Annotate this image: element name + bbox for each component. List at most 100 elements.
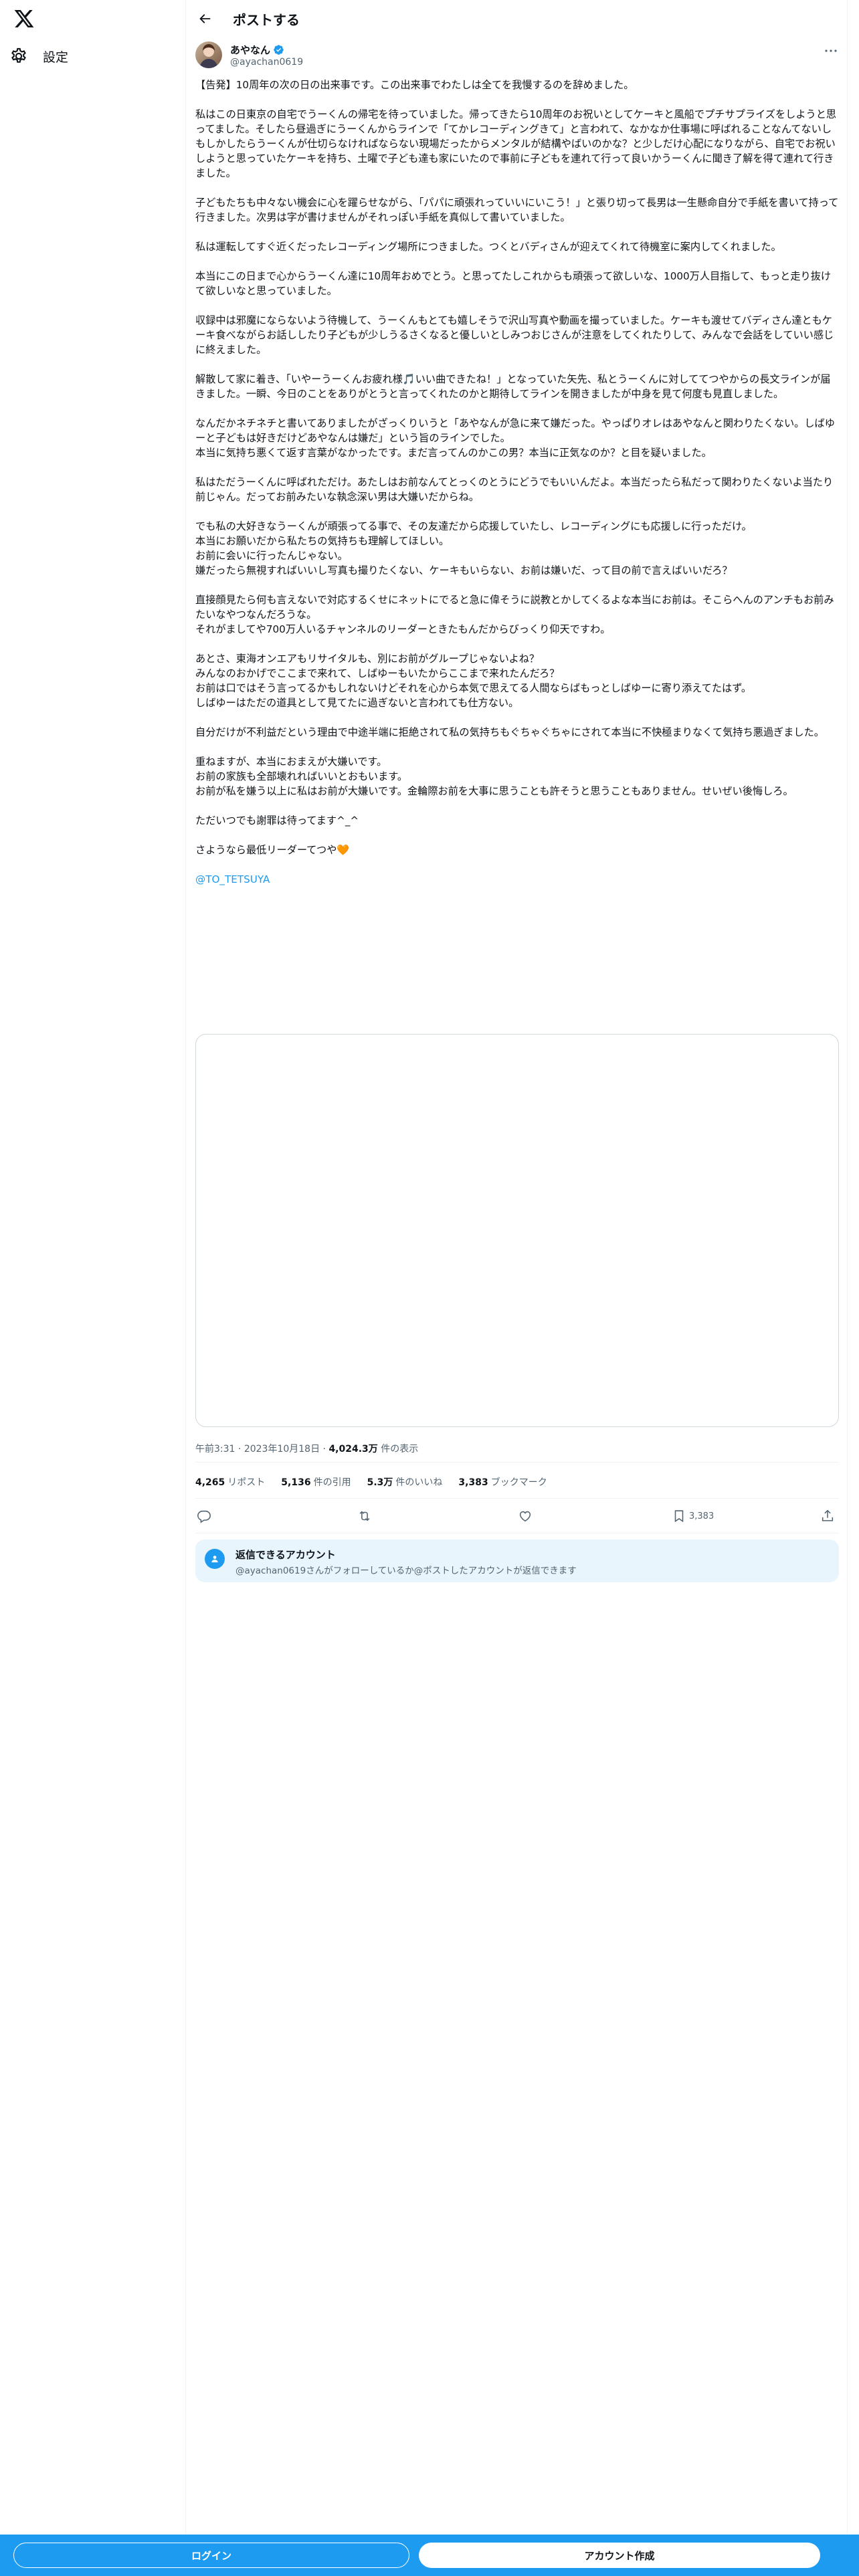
header: ポストする xyxy=(186,0,848,37)
bookmarks-label: ブックマーク xyxy=(490,1477,547,1488)
signup-button[interactable]: アカウント作成 xyxy=(419,2543,820,2568)
post-paragraph: なんだかネチネチと書いてありましたがざっくりいうと「あやなんが急に来て嫌だった。… xyxy=(195,416,839,460)
post-text-line: お前の家族も全部壊れればいいとおもいます。 xyxy=(195,770,408,782)
post-paragraph: 私は運転してすぐ近くだったレコーディング場所につきました。つくとバディさんが迎え… xyxy=(195,239,839,254)
meta-dot-1: · xyxy=(237,1444,244,1455)
page: 設定 ポストする あやなん @ayachan0619 【告発】10周年の次の日の… xyxy=(0,0,859,2576)
divider xyxy=(195,1498,839,1499)
divider xyxy=(195,1462,839,1463)
post-text-line: 本当に気持ち悪くて返す言葉がなかったです。まだ言ってんのかこの男？本当に正気なの… xyxy=(195,447,712,459)
likes-stat[interactable]: 5.3万 件のいいね xyxy=(367,1475,443,1489)
views-label: 件の表示 xyxy=(381,1444,419,1455)
post-actions: 3,383 xyxy=(195,1505,839,1529)
post-paragraph: 重ねますが、本当におまえが大嫌いです。お前の家族も全部壊れればいいとおもいます。… xyxy=(195,754,839,798)
post-media[interactable] xyxy=(195,1034,839,1427)
like-button[interactable] xyxy=(518,1509,533,1523)
post-paragraph: 【告発】10周年の次の日の出来事です。この出来事でわたしは全てを我慢するのを辞め… xyxy=(195,78,839,92)
post-text-line: お前は口ではそう言ってるかもしれないけどそれを心から本気で思えてる人間ならばもっ… xyxy=(195,682,752,694)
heart-icon xyxy=(519,1511,531,1522)
reply-icon xyxy=(197,1510,211,1523)
likes-count: 5.3万 xyxy=(367,1477,393,1488)
post-text-line: 嫌だったら無視すればいいし写真も撮りたくない、ケーキもいらない、お前は嫌いだ、っ… xyxy=(195,564,733,576)
post-paragraph: 私はただうーくんに呼ばれただけ。あたしはお前なんてとっくのとうにどうでもいいんだ… xyxy=(195,475,839,504)
post-text-line: 収録中は邪魔にならないよう待機して、うーくんもとても嬉しそうで沢山写真や動画を撮… xyxy=(195,314,834,356)
post-paragraph: でも私の大好きなうーくんが頑張ってる事で、その友達だから応援していたし、レコーデ… xyxy=(195,519,839,578)
post-text-line: なんだかネチネチと書いてありましたがざっくりいうと「あやなんが急に来て嫌だった。… xyxy=(195,417,835,444)
post-text-line: お前に会いに行ったんじゃない。 xyxy=(195,550,348,562)
quotes-stat[interactable]: 5,136 件の引用 xyxy=(281,1475,351,1489)
post-text-line: 重ねますが、本当におまえが大嫌いです。 xyxy=(195,756,387,768)
post-author: あやなん @ayachan0619 xyxy=(195,41,839,72)
share-button[interactable] xyxy=(820,1509,835,1523)
post-text-line: あとさ、東海オンエアもリサイタルも、別にお前がグループじゃないよね？ xyxy=(195,653,540,665)
post-date[interactable]: 2023年10月18日 xyxy=(244,1444,320,1455)
post-paragraph: 自分だけが不利益だという理由で中途半端に拒絶されて私の気持ちもぐちゃぐちゃにされ… xyxy=(195,725,839,740)
post-stats: 4,265 リポスト 5,136 件の引用 5.3万 件のいいね 3,383 ブックマー… xyxy=(195,1475,547,1489)
post-time[interactable]: 午前3:31 xyxy=(195,1444,235,1455)
author-handle[interactable]: @ayachan0619 xyxy=(230,57,303,68)
post-body: 【告発】10周年の次の日の出来事です。この出来事でわたしは全てを我慢するのを辞め… xyxy=(195,78,839,901)
x-logo-icon[interactable] xyxy=(13,8,35,29)
post-text-line: 私はただうーくんに呼ばれただけ。あたしはお前なんてとっくのとうにどうでもいいんだ… xyxy=(195,476,834,503)
post-meta: 午前3:31 · 2023年10月18日 · 4,024.3万 件の表示 xyxy=(195,1442,418,1455)
reply-restriction-notice: 返信できるアカウント @ayachan0619さんがフォローしているか@ポストし… xyxy=(195,1539,839,1582)
post-text-line: みんなのおかげでここまで来れて、しばゆーもいたからここまで来れたんだろ？ xyxy=(195,667,560,679)
quotes-label: 件の引用 xyxy=(313,1477,351,1488)
reply-notice-description: @ayachan0619さんがフォローしているか@ポストしたアカウントが返信でき… xyxy=(235,1566,577,1576)
at-sign-icon xyxy=(205,1549,225,1569)
bookmarks-count: 3,383 xyxy=(458,1477,488,1488)
verified-badge-icon xyxy=(274,45,284,55)
nav-settings-label: 設定 xyxy=(43,49,69,65)
page-title: ポストする xyxy=(233,12,300,28)
post-paragraph: ただいつでも謝罪は待ってます^_^ xyxy=(195,813,839,828)
post-text-line: お前が私を嫌う以上に私はお前が大嫌いです。金輪際お前を大事に思うことも許そうと思… xyxy=(195,785,793,797)
post-text-line: 自分だけが不利益だという理由で中途半端に拒絶されて私の気持ちもぐちゃぐちゃにされ… xyxy=(195,726,824,738)
repost-button[interactable] xyxy=(357,1509,372,1523)
post-text-line: さようなら最低リーダーてつや🧡 xyxy=(195,844,350,856)
post-paragraph: 子どもたちも中々ない機会に心を躍らせながら、「パパに頑張れっていいにいこう！」と… xyxy=(195,195,839,225)
reply-notice-title: 返信できるアカウント xyxy=(235,1549,336,1561)
post-text-line: しばゆーはただの道具として見てたに過ぎないと言われても仕方ない。 xyxy=(195,697,519,709)
views-count: 4,024.3万 xyxy=(328,1444,378,1455)
author-name[interactable]: あやなん xyxy=(230,43,270,57)
bookmark-count: 3,383 xyxy=(689,1511,714,1521)
post-text-line: 子どもたちも中々ない機会に心を躍らせながら、「パパに頑張れっていいにいこう！」と… xyxy=(195,197,839,223)
mention-link[interactable]: @TO_TETSUYA xyxy=(195,873,270,885)
main-column: ポストする あやなん @ayachan0619 【告発】10周年の次の日の出来事… xyxy=(185,0,848,2576)
nav-settings[interactable]: 設定 xyxy=(9,43,68,70)
left-nav: 設定 xyxy=(0,0,185,2576)
post-text-line: 直接顔見たら何も言えないで対応するくせにネットにでると急に偉そうに説教とかしてく… xyxy=(195,594,834,621)
post-text-line: 私は運転してすぐ近くだったレコーディング場所につきました。つくとバディさんが迎え… xyxy=(195,241,781,253)
bookmark-icon xyxy=(674,1510,684,1523)
bookmark-button[interactable]: 3,383 xyxy=(672,1509,714,1523)
repost-icon xyxy=(359,1511,370,1521)
post-paragraph: 直接顔見たら何も言えないで対応するくせにネットにでると急に偉そうに説教とかしてく… xyxy=(195,593,839,637)
post-paragraph: 収録中は邪魔にならないよう待機して、うーくんもとても嬉しそうで沢山写真や動画を撮… xyxy=(195,313,839,357)
reposts-count: 4,265 xyxy=(195,1477,225,1488)
reposts-label: リポスト xyxy=(227,1477,266,1488)
likes-label: 件のいいね xyxy=(395,1477,443,1488)
post-text-line: 本当にこの日まで心からうーくん達に10周年おめでとう。と思ってたしこれからも頑張… xyxy=(195,270,832,297)
post-text-line: 私はこの日東京の自宅でうーくんの帰宅を待っていました。帰ってきたら10周年のお祝… xyxy=(195,108,837,179)
bookmarks-stat[interactable]: 3,383 ブックマーク xyxy=(458,1475,547,1489)
more-options-icon[interactable] xyxy=(823,43,839,59)
share-icon xyxy=(822,1509,834,1521)
post-text-line: 本当にお願いだから私たちの気持ちも理解してほしい。 xyxy=(195,535,450,547)
post-paragraph: 私はこの日東京の自宅でうーくんの帰宅を待っていました。帰ってきたら10周年のお祝… xyxy=(195,107,839,181)
post-text-line: それがましてや700万人いるチャンネルのリーダーときたもんだからびっくり仰天です… xyxy=(195,623,611,635)
post-text-line: 解散して家に着き、「いやーうーくんお疲れ様🎵いい曲できたね！」となっていた矢先、… xyxy=(195,373,831,400)
post-mention-paragraph: @TO_TETSUYA xyxy=(195,872,839,887)
post-text-line: ただいつでも謝罪は待ってます^_^ xyxy=(195,815,359,827)
post-paragraph: さようなら最低リーダーてつや🧡 xyxy=(195,843,839,857)
reposts-stat[interactable]: 4,265 リポスト xyxy=(195,1475,265,1489)
post-text-line: 【告発】10周年の次の日の出来事です。この出来事でわたしは全てを我慢するのを辞め… xyxy=(195,79,634,91)
author-name-row[interactable]: あやなん xyxy=(230,43,284,57)
post-paragraph: 解散して家に着き、「いやーうーくんお疲れ様🎵いい曲できたね！」となっていた矢先、… xyxy=(195,372,839,401)
avatar[interactable] xyxy=(195,41,222,68)
post-text-line: でも私の大好きなうーくんが頑張ってる事で、その友達だから応援していたし、レコーデ… xyxy=(195,520,752,532)
quotes-count: 5,136 xyxy=(281,1477,311,1488)
reply-button[interactable] xyxy=(197,1509,211,1523)
back-button[interactable] xyxy=(194,8,215,29)
gear-icon xyxy=(9,47,28,66)
login-button[interactable]: ログイン xyxy=(13,2543,409,2568)
